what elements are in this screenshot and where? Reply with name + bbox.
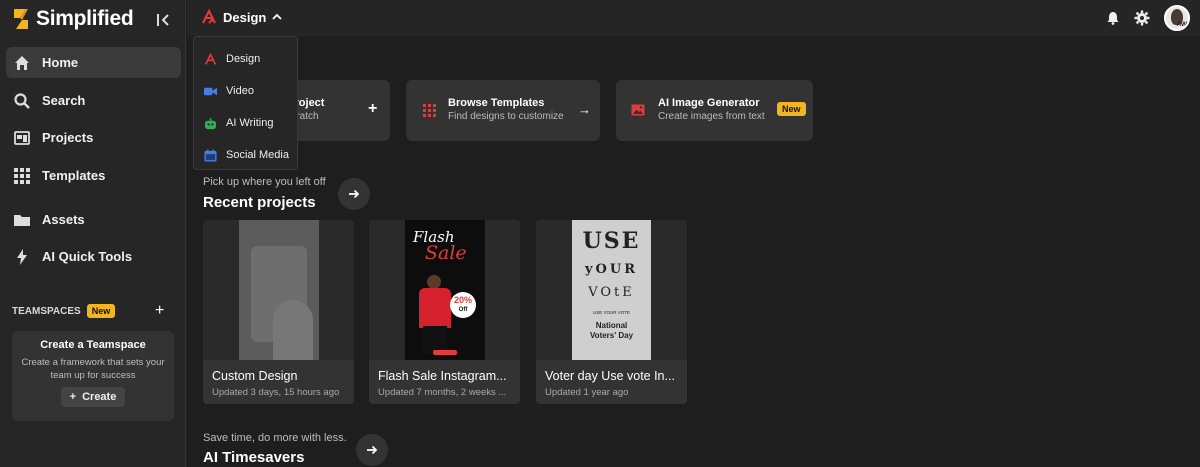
arrow-right-icon: → <box>578 102 591 117</box>
ai-image-generator-card[interactable]: AI Image Generator Create images from te… <box>616 80 813 141</box>
collapse-sidebar-icon[interactable] <box>155 12 171 28</box>
design-icon <box>202 9 216 24</box>
menu-item-ai-writing[interactable]: AI Writing <box>194 107 297 139</box>
sidebar-item-ai-quick-tools[interactable]: AI Quick Tools <box>6 241 181 272</box>
quick-action-subtitle: Create images from text <box>658 111 765 122</box>
design-icon <box>204 52 217 65</box>
project-name: Voter day Use vote In... <box>545 369 675 383</box>
create-teamspace-card: Create a Teamspace Create a framework th… <box>12 331 174 421</box>
image-icon <box>631 104 645 116</box>
search-icon <box>12 91 32 111</box>
avatar-initials: AW <box>1176 21 1187 28</box>
gear-icon[interactable] <box>1134 10 1150 26</box>
sidebar-item-label: Templates <box>42 168 106 183</box>
project-name: Flash Sale Instagram... <box>378 369 507 383</box>
projects-icon <box>12 128 32 148</box>
arrow-right-icon <box>367 445 378 455</box>
plus-icon: + <box>368 100 378 117</box>
sidebar-item-search[interactable]: Search <box>6 85 181 116</box>
home-icon <box>12 53 32 73</box>
top-bar: Design AW <box>187 0 1200 36</box>
menu-item-design[interactable]: Design <box>194 43 297 75</box>
new-badge: New <box>86 304 116 318</box>
menu-item-label: AI Writing <box>226 117 274 129</box>
project-name: Custom Design <box>212 369 298 383</box>
folder-icon <box>12 210 32 230</box>
create-button-label: Create <box>82 391 117 403</box>
project-thumbnail <box>203 220 354 360</box>
ai-writing-icon <box>204 117 217 129</box>
menu-item-social-media[interactable]: Social Media <box>194 139 297 171</box>
project-card-custom-design[interactable]: Custom Design Updated 3 days, 15 hours a… <box>203 220 354 404</box>
quick-action-title: Browse Templates <box>448 97 545 109</box>
timesavers-title: AI Timesavers <box>203 449 305 466</box>
add-teamspace-icon[interactable]: + <box>155 302 164 320</box>
chevron-up-icon <box>272 13 282 20</box>
templates-grid-icon <box>423 104 436 117</box>
sidebar-item-label: AI Quick Tools <box>42 249 133 264</box>
user-avatar[interactable]: AW <box>1164 5 1190 31</box>
quick-action-subtitle: Find designs to customize <box>448 111 564 122</box>
project-updated: Updated 3 days, 15 hours ago <box>212 387 340 398</box>
project-thumbnail: Flash Sale 20% Off <box>369 220 520 360</box>
new-badge: New <box>777 102 806 116</box>
project-updated: Updated 7 months, 2 weeks ... <box>378 387 507 398</box>
view-all-recent-button[interactable] <box>338 178 370 210</box>
sidebar: Simplified Home Search Projects Template… <box>0 0 186 467</box>
workspace-dropdown-menu: Design Video AI Writing Social Media <box>193 36 298 170</box>
sidebar-item-home[interactable]: Home <box>6 47 181 78</box>
teamspace-card-title: Create a Teamspace <box>40 339 146 351</box>
timesavers-hint: Save time, do more with less. <box>203 432 347 444</box>
sidebar-item-label: Home <box>42 55 79 70</box>
video-icon <box>204 87 217 95</box>
menu-item-video[interactable]: Video <box>194 75 297 107</box>
sidebar-item-label: Projects <box>42 130 94 145</box>
workspace-switcher[interactable]: Design <box>197 5 286 29</box>
browse-templates-card[interactable]: Browse Templates Find designs to customi… <box>406 80 600 141</box>
project-thumbnail: USE yOUR VOtE USE YOUR VOTE National Vot… <box>536 220 687 360</box>
project-updated: Updated 1 year ago <box>545 387 629 398</box>
teamspace-card-description: Create a framework that sets your team u… <box>21 357 165 381</box>
sidebar-item-label: Search <box>42 93 86 108</box>
calendar-icon <box>204 148 217 162</box>
view-all-timesavers-button[interactable] <box>356 434 388 466</box>
templates-grid-icon <box>12 166 32 186</box>
plus-icon: + <box>69 391 77 403</box>
app-logo[interactable]: Simplified <box>10 7 134 31</box>
recent-projects-hint: Pick up where you left off <box>203 176 326 188</box>
project-card-voter-day[interactable]: USE yOUR VOtE USE YOUR VOTE National Vot… <box>536 220 687 404</box>
recent-projects-title: Recent projects <box>203 194 316 211</box>
create-teamspace-button[interactable]: + Create <box>60 387 126 407</box>
lightning-icon <box>12 247 32 267</box>
menu-item-label: Design <box>226 53 261 65</box>
arrow-right-icon <box>349 189 360 199</box>
sidebar-item-assets[interactable]: Assets <box>6 204 181 235</box>
app-name: Simplified <box>36 7 134 30</box>
simplified-logo-icon <box>14 9 28 29</box>
menu-item-label: Video <box>226 85 254 97</box>
teamspaces-header: TEAMSPACES New <box>12 304 116 318</box>
quick-action-title: AI Image Generator <box>658 97 760 109</box>
menu-item-label: Social Media <box>226 149 289 161</box>
sidebar-item-templates[interactable]: Templates <box>6 160 181 191</box>
sidebar-item-projects[interactable]: Projects <box>6 122 181 153</box>
bell-icon[interactable] <box>1106 11 1120 25</box>
teamspaces-label: TEAMSPACES <box>12 305 81 317</box>
project-card-flash-sale[interactable]: Flash Sale 20% Off Flash Sale Instagram.… <box>369 220 520 404</box>
sidebar-item-label: Assets <box>42 212 85 227</box>
workspace-switcher-label: Design <box>223 9 267 25</box>
